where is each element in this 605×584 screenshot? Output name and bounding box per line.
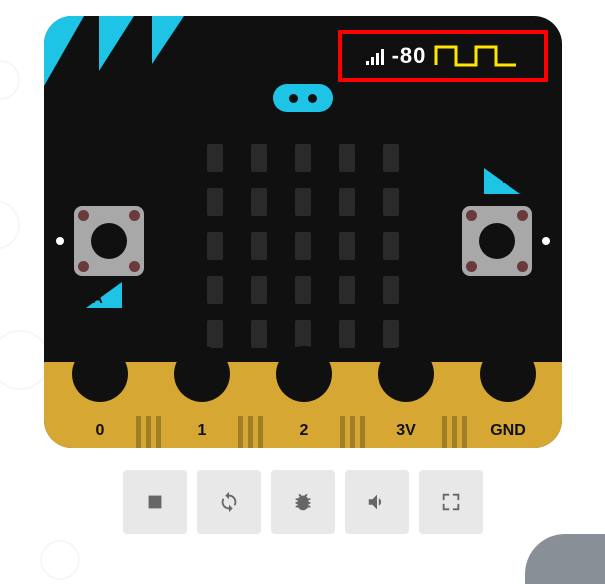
decor-triangle xyxy=(44,16,84,86)
decor-triangle xyxy=(99,16,134,71)
signal-strength-icon xyxy=(366,47,384,65)
pin-ring-1[interactable] xyxy=(174,346,230,402)
led-matrix[interactable] xyxy=(207,144,399,348)
help-bubble[interactable] xyxy=(525,534,605,584)
pin-ring-0[interactable] xyxy=(72,346,128,402)
stop-icon xyxy=(144,491,166,513)
bug-icon xyxy=(292,491,314,513)
edge-connector: 0 1 2 3V GND xyxy=(44,362,562,448)
restart-button[interactable] xyxy=(197,470,261,534)
decor-triangle xyxy=(152,16,184,64)
pin-label: 0 xyxy=(96,422,105,440)
fullscreen-button[interactable] xyxy=(419,470,483,534)
microbit-board: -80 A B xyxy=(44,16,562,448)
pin-label: 3V xyxy=(396,422,416,440)
simulator-toolbar xyxy=(0,470,605,534)
square-wave-icon xyxy=(434,43,520,69)
pin-label: 1 xyxy=(198,422,207,440)
button-b-label: B xyxy=(484,168,520,194)
stop-button[interactable] xyxy=(123,470,187,534)
pin-ring-2[interactable] xyxy=(276,346,332,402)
debug-button[interactable] xyxy=(271,470,335,534)
rssi-value: -80 xyxy=(392,43,427,69)
sound-button[interactable] xyxy=(345,470,409,534)
radio-signal-indicator: -80 xyxy=(338,30,548,82)
button-b[interactable] xyxy=(462,206,532,276)
pin-label: GND xyxy=(490,422,526,440)
button-a[interactable] xyxy=(74,206,144,276)
button-a-label: A xyxy=(86,282,122,308)
connector-dot xyxy=(56,237,64,245)
fullscreen-icon xyxy=(440,491,462,513)
pin-ring-3v[interactable] xyxy=(378,346,434,402)
connector-dot xyxy=(542,237,550,245)
pin-label: 2 xyxy=(300,422,309,440)
microbit-simulator: -80 A B xyxy=(44,16,562,448)
refresh-icon xyxy=(218,491,240,513)
pin-ring-gnd[interactable] xyxy=(480,346,536,402)
speaker-icon xyxy=(366,491,388,513)
antenna-indicator xyxy=(273,84,333,112)
